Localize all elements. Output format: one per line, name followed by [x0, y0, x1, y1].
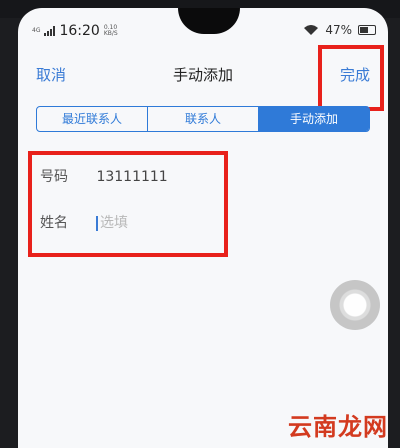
battery-percent: 47%: [325, 23, 352, 37]
status-bar: 4G 16:20 0.10 KB/S 47%: [18, 8, 388, 48]
tab-recent-contacts[interactable]: 最近联系人: [37, 107, 148, 131]
tab-manual-add[interactable]: 手动添加: [259, 107, 369, 131]
speed-unit: KB/S: [103, 30, 118, 37]
status-right: 47%: [303, 23, 376, 37]
signal-icon: [44, 26, 56, 36]
tab-contacts[interactable]: 联系人: [148, 107, 259, 131]
status-left: 4G 16:20 0.10 KB/S: [32, 23, 118, 39]
status-time: 16:20: [59, 23, 100, 39]
network-type: 4G: [32, 27, 41, 34]
wifi-icon: [304, 25, 319, 35]
phone-screen: 4G 16:20 0.10 KB/S 47% 取消 手动添加 完成 最近联系人 …: [18, 8, 388, 448]
segmented-tabs: 最近联系人 联系人 手动添加: [36, 106, 370, 132]
battery-icon: [358, 25, 376, 35]
highlight-box-form: [28, 151, 228, 257]
highlight-box-done: [318, 45, 384, 111]
network-speed: 0.10 KB/S: [104, 25, 118, 37]
assistive-touch-icon[interactable]: [330, 280, 380, 330]
watermark-logo: 云南龙网: [288, 413, 388, 441]
